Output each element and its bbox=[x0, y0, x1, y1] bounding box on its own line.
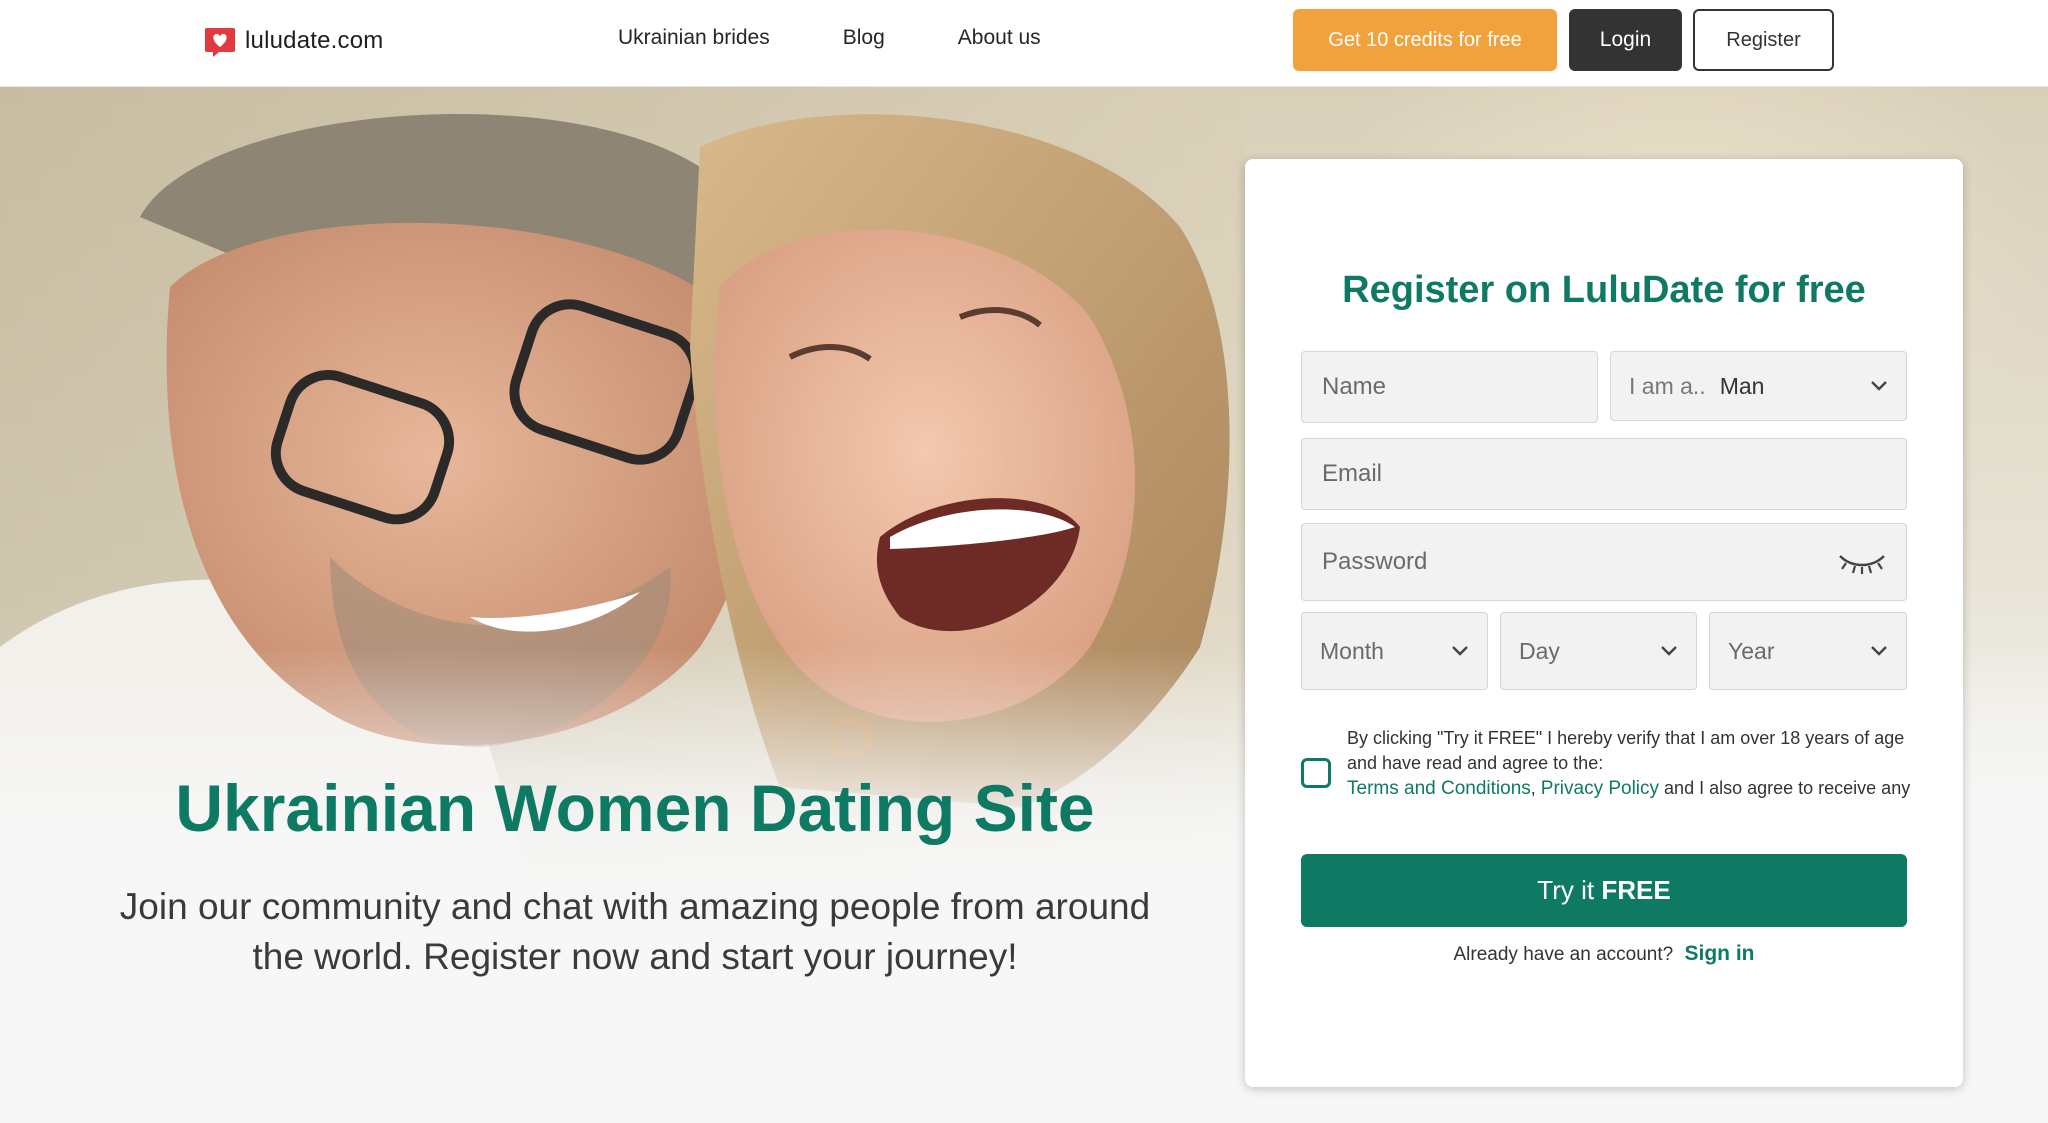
name-input[interactable] bbox=[1320, 372, 1579, 402]
chevron-down-icon bbox=[1871, 646, 1887, 656]
consent-text: By clicking "Try it FREE" I hereby verif… bbox=[1347, 728, 1911, 799]
nav-ukrainian-brides[interactable]: Ukrainian brides bbox=[618, 26, 770, 50]
heart-logo-icon bbox=[203, 24, 237, 58]
try-free-prefix: Try it bbox=[1537, 875, 1595, 905]
nav-about-us[interactable]: About us bbox=[958, 26, 1041, 50]
try-free-button[interactable]: Try it FREE bbox=[1301, 854, 1907, 927]
consent-text-after: and I also agree to receive any bbox=[1664, 778, 1911, 798]
logo-link[interactable]: luludate.com bbox=[203, 22, 383, 60]
login-button[interactable]: Login bbox=[1569, 9, 1682, 71]
email-field[interactable] bbox=[1301, 438, 1907, 510]
password-input[interactable] bbox=[1320, 547, 1775, 577]
consent-text-before: By clicking "Try it FREE" I hereby verif… bbox=[1347, 728, 1905, 773]
birth-day-placeholder: Day bbox=[1519, 637, 1560, 664]
register-button[interactable]: Register bbox=[1693, 9, 1834, 71]
privacy-link[interactable]: Privacy Policy bbox=[1541, 778, 1659, 799]
chevron-down-icon bbox=[1452, 646, 1468, 656]
signin-row: Already have an account? Sign in bbox=[1245, 942, 1963, 966]
gender-select-value: Man bbox=[1719, 372, 1765, 399]
birth-month-select[interactable]: Month bbox=[1301, 612, 1488, 690]
chevron-down-icon bbox=[1871, 381, 1887, 391]
hero-title: Ukrainian Women Dating Site bbox=[175, 771, 1095, 845]
register-card: Register on LuluDate for free I am a.. M… bbox=[1245, 159, 1963, 1087]
birth-month-placeholder: Month bbox=[1320, 637, 1384, 664]
nav-blog[interactable]: Blog bbox=[843, 26, 885, 50]
signin-link[interactable]: Sign in bbox=[1685, 942, 1755, 965]
gender-select[interactable]: I am a.. Man bbox=[1610, 351, 1907, 421]
logo-text: luludate.com bbox=[245, 27, 384, 54]
get-credits-button[interactable]: Get 10 credits for free bbox=[1293, 9, 1557, 71]
consent-checkbox[interactable] bbox=[1301, 758, 1331, 788]
main-nav: Ukrainian brides Blog About us bbox=[618, 26, 1114, 50]
eye-closed-icon[interactable] bbox=[1836, 548, 1888, 576]
terms-link[interactable]: Terms and Conditions bbox=[1347, 778, 1531, 799]
name-field[interactable] bbox=[1301, 351, 1598, 423]
email-input[interactable] bbox=[1320, 459, 1888, 489]
birth-year-placeholder: Year bbox=[1728, 637, 1775, 664]
birth-day-select[interactable]: Day bbox=[1500, 612, 1697, 690]
chevron-down-icon bbox=[1661, 646, 1677, 656]
try-free-bold: FREE bbox=[1601, 875, 1671, 905]
password-field[interactable] bbox=[1301, 523, 1907, 601]
site-header: luludate.com Ukrainian brides Blog About… bbox=[0, 0, 2048, 87]
hero-subtitle: Join our community and chat with amazing… bbox=[119, 886, 1151, 977]
gender-select-label: I am a.. bbox=[1629, 372, 1706, 399]
signin-prompt: Already have an account? bbox=[1453, 944, 1674, 965]
birth-year-select[interactable]: Year bbox=[1709, 612, 1907, 690]
register-title: Register on LuluDate for free bbox=[1342, 269, 1866, 311]
